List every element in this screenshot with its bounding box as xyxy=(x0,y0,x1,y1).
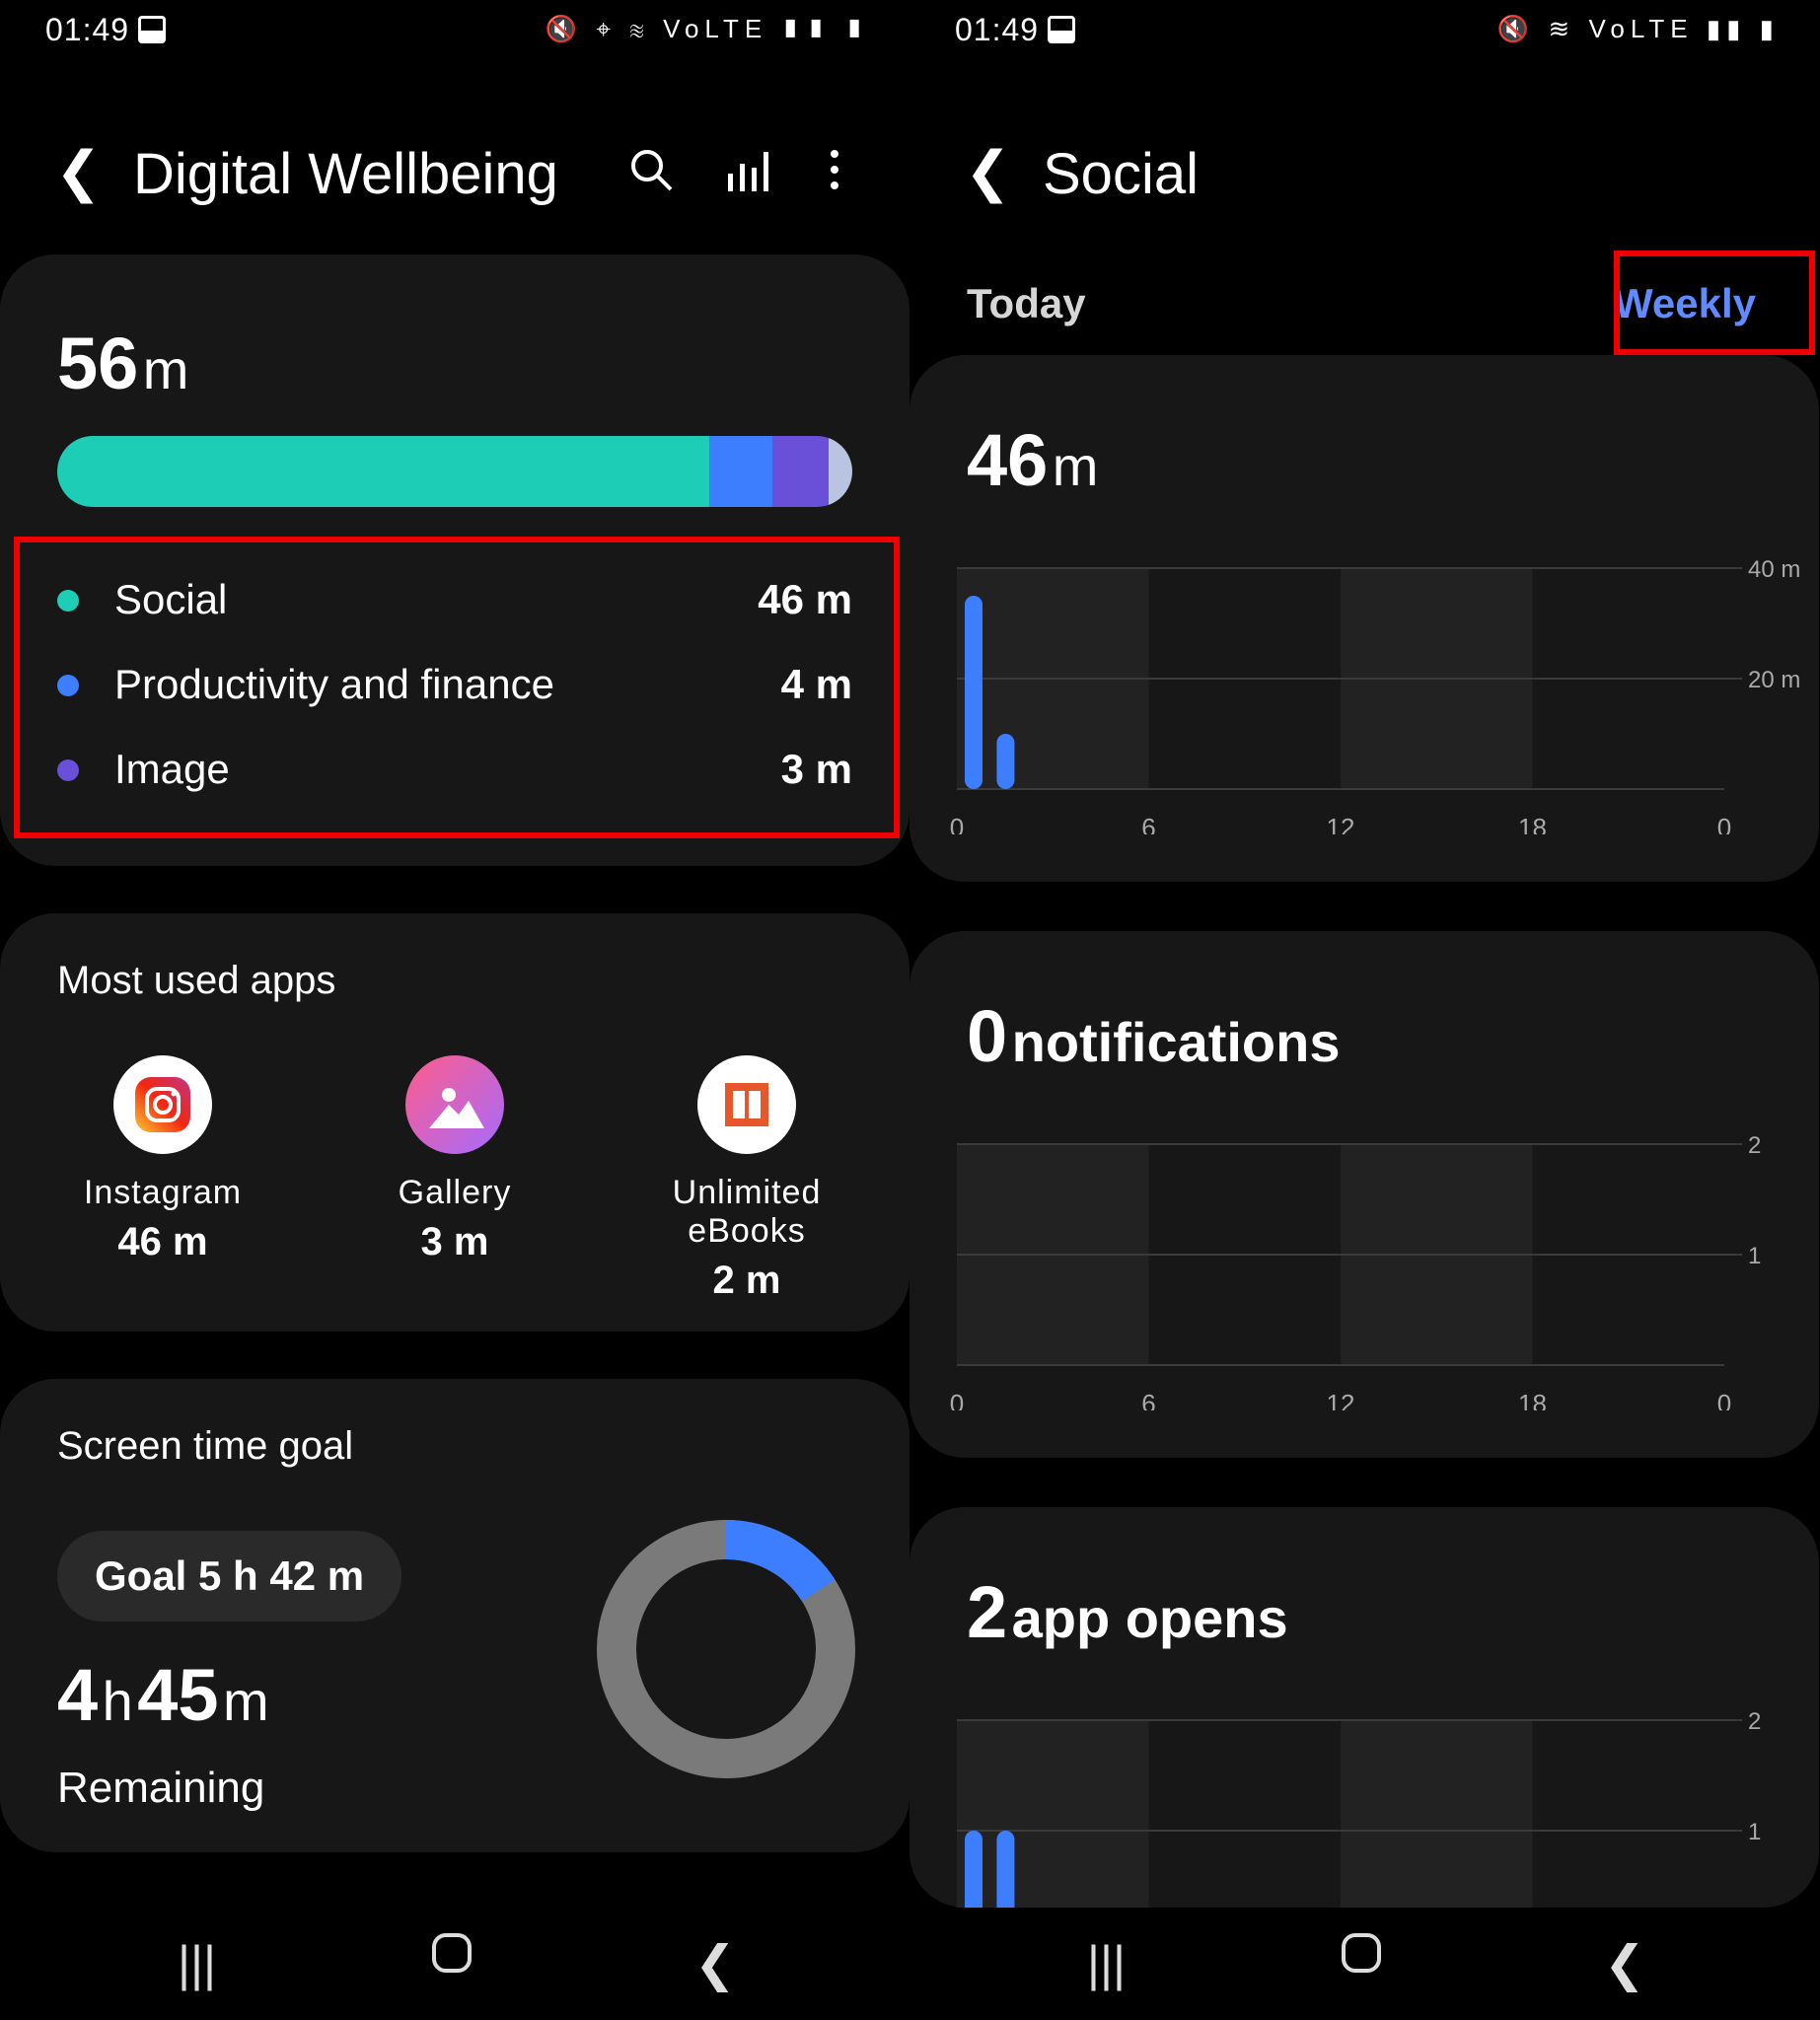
image-notification-icon xyxy=(138,16,166,43)
status-bar: 01:49 🔇 ≋ VoLTE ▮▮ ▮ xyxy=(910,0,1819,63)
goal-pill: Goal 5 h 42 m xyxy=(57,1531,402,1622)
usage-card: 46 m 20 m 40 m 0 6 12 18 0 xyxy=(910,355,1819,882)
app-gallery[interactable]: Gallery 3 m xyxy=(317,1055,593,1264)
y-tick-label: 2 xyxy=(1748,1708,1761,1735)
x-tick-label: 0 xyxy=(950,1389,964,1410)
total-value: 56 xyxy=(57,323,139,404)
usage-bar-segment xyxy=(57,436,709,507)
social-screen: 01:49 🔇 ≋ VoLTE ▮▮ ▮ ❮ Social Today Week… xyxy=(910,0,1819,2020)
instagram-icon xyxy=(113,1055,212,1154)
notifications-unit: notifications xyxy=(1011,1011,1341,1073)
most-used-heading: Most used apps xyxy=(57,959,336,1002)
goal-heading: Screen time goal xyxy=(57,1424,354,1468)
ebooks-icon xyxy=(697,1055,796,1154)
x-tick-label: 0 xyxy=(1717,813,1731,834)
navigation-bar: ||| ❮ xyxy=(0,1908,910,2020)
y-tick-label: 1 xyxy=(1748,1243,1761,1269)
notifications-chart: 120 6 12 18 0 xyxy=(950,1132,1762,1410)
app-bar: ❮ Digital Wellbeing xyxy=(0,128,910,227)
x-tick-label: 6 xyxy=(1141,1389,1155,1410)
image-notification-icon xyxy=(1048,16,1075,43)
app-name: Unlimited eBooks xyxy=(672,1174,822,1250)
x-tick-label: 12 xyxy=(1327,1389,1355,1410)
status-time: 01:49 xyxy=(45,12,130,47)
page-title: Social xyxy=(1043,142,1199,206)
recent-apps-icon[interactable]: ||| xyxy=(178,1935,216,1992)
nav-back-icon[interactable]: ❮ xyxy=(694,1935,736,1992)
chart-bar xyxy=(965,596,983,789)
x-tick-label: 0 xyxy=(1717,1389,1731,1410)
notifications-value: 0 xyxy=(967,995,1008,1077)
stats-icon[interactable] xyxy=(726,146,769,204)
app-bar: ❮ Social xyxy=(910,128,1819,227)
back-icon[interactable]: ❮ xyxy=(55,142,102,201)
y-tick-label: 1 xyxy=(1748,1819,1761,1845)
chart-band xyxy=(957,1720,1149,1908)
x-tick-label: 18 xyxy=(1518,1389,1547,1410)
status-bar: 01:49 🔇 ⌖ ≋ VoLTE ▮▮ ▮ xyxy=(0,0,910,63)
nav-back-icon[interactable]: ❮ xyxy=(1604,1935,1645,1992)
chart-bar xyxy=(965,1831,983,1908)
usage-bar-segment xyxy=(772,436,829,507)
app-opens-card: 2 app opens 12 xyxy=(910,1507,1819,1908)
chart-bar xyxy=(996,734,1015,789)
notifications-total: 0 notifications xyxy=(967,994,1341,1078)
y-tick-label: 2 xyxy=(1748,1132,1761,1159)
status-time: 01:49 xyxy=(955,12,1040,47)
recent-apps-icon[interactable]: ||| xyxy=(1087,1935,1126,1992)
app-opens-total: 2 app opens xyxy=(967,1570,1288,1654)
x-tick-label: 18 xyxy=(1518,813,1547,834)
home-icon[interactable] xyxy=(1340,1929,1383,1986)
total-screen-time: 56 m xyxy=(57,322,188,405)
usage-value: 46 xyxy=(967,419,1049,501)
usage-chart: 20 m 40 m 0 6 12 18 0 xyxy=(950,556,1801,834)
x-tick-label: 6 xyxy=(1141,813,1155,834)
chart-band xyxy=(1341,1720,1533,1908)
back-icon[interactable]: ❮ xyxy=(965,142,1011,201)
app-time: 2 m xyxy=(712,1259,781,1302)
navigation-bar: ||| ❮ xyxy=(910,1908,1819,2020)
highlight-box xyxy=(1614,251,1815,355)
notifications-card: 0 notifications 1 2 0 6 12 18 0 xyxy=(910,931,1819,1458)
total-unit: m xyxy=(142,338,189,400)
home-icon[interactable] xyxy=(430,1929,473,1986)
usage-total: 46 m xyxy=(967,418,1098,502)
app-time: 46 m xyxy=(117,1220,208,1263)
chart-bar xyxy=(996,1831,1015,1908)
search-icon[interactable] xyxy=(627,146,675,204)
usage-bar-segment xyxy=(708,436,773,507)
app-name: Gallery xyxy=(398,1174,512,1211)
y-tick-label: 20 m xyxy=(1748,667,1800,693)
status-icons: 🔇 ≋ VoLTE ▮▮ ▮ xyxy=(1496,14,1780,43)
gallery-icon xyxy=(405,1055,504,1154)
most-used-apps-card: Most used apps Instagram 46 m Gallery 3 … xyxy=(0,913,910,1332)
app-name: Instagram xyxy=(83,1174,243,1211)
more-options-icon[interactable] xyxy=(827,146,842,204)
goal-progress-ring xyxy=(597,1520,855,1778)
usage-unit: m xyxy=(1052,435,1099,497)
remaining-label: Remaining xyxy=(57,1764,265,1812)
x-tick-label: 12 xyxy=(1327,813,1355,834)
goal-remaining-time: 4 h 45 m xyxy=(57,1653,269,1737)
app-opens-chart: 12 xyxy=(957,1708,1761,1908)
remaining-minutes-unit: m xyxy=(222,1670,269,1732)
app-time: 3 m xyxy=(420,1220,489,1263)
highlight-box xyxy=(14,537,900,838)
status-icons: 🔇 ⌖ ≋ VoLTE ▮▮ ▮ xyxy=(545,14,870,43)
app-unlimited-ebooks[interactable]: Unlimited eBooks 2 m xyxy=(609,1055,885,1303)
screen-time-goal-card[interactable]: Screen time goal Goal 5 h 42 m 4 h 45 m … xyxy=(0,1379,910,1852)
x-tick-label: 0 xyxy=(950,813,964,834)
usage-breakdown-bar xyxy=(57,436,852,507)
tab-today[interactable]: Today xyxy=(967,280,1086,327)
remaining-hours: 4 xyxy=(57,1654,99,1736)
remaining-minutes: 45 xyxy=(137,1654,219,1736)
opens-value: 2 xyxy=(967,1571,1008,1653)
remaining-hours-unit: h xyxy=(102,1670,133,1732)
y-tick-label: 40 m xyxy=(1748,556,1800,583)
opens-unit: app opens xyxy=(1011,1587,1288,1649)
app-instagram[interactable]: Instagram 46 m xyxy=(25,1055,301,1264)
digital-wellbeing-screen: 01:49 🔇 ⌖ ≋ VoLTE ▮▮ ▮ ❮ Digital Wellbei… xyxy=(0,0,910,2020)
page-title: Digital Wellbeing xyxy=(133,142,558,206)
usage-bar-segment xyxy=(828,436,852,507)
